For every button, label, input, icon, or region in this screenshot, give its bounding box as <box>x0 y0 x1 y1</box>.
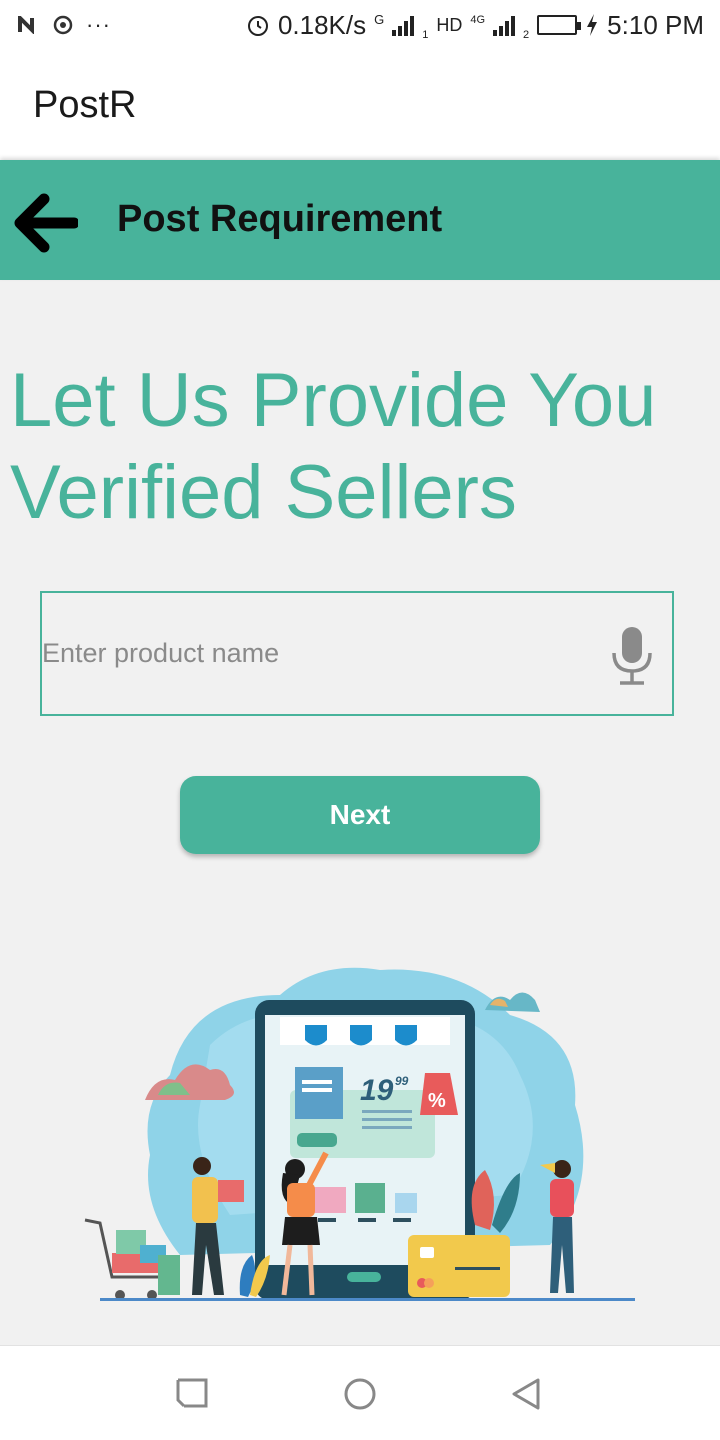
sim2-index: 2 <box>523 28 530 41</box>
app-bar: PostR <box>0 50 720 160</box>
more-icon: ··· <box>86 12 111 37</box>
price-main: 19 <box>360 1074 394 1107</box>
signal-2-icon <box>493 14 516 36</box>
sim1-label: G <box>374 11 385 27</box>
sim1-index: 1 <box>422 28 429 41</box>
hotspot-icon <box>53 15 73 35</box>
system-nav-bar <box>0 1345 720 1440</box>
sim2-label: 4G <box>470 13 486 26</box>
headline: Let Us Provide You Verified Sellers <box>10 358 657 535</box>
app-title: PostR <box>33 83 137 126</box>
shopping-illustration: 19 99 % <box>84 967 635 1301</box>
signal-1-icon <box>392 14 415 36</box>
arrow-left-icon[interactable] <box>14 193 78 253</box>
page-title: Post Requirement <box>117 198 443 240</box>
status-bar: ··· 0.18K/s G 1 HD 4G 2 5:10 PM <box>0 0 720 50</box>
clock: 5:10 PM <box>607 9 704 40</box>
product-name-input[interactable] <box>42 593 602 714</box>
tag-symbol: % <box>428 1090 446 1112</box>
alarm-icon <box>247 16 268 36</box>
battery-icon <box>537 15 582 35</box>
next-button[interactable]: Next <box>180 776 540 854</box>
recent-apps-icon[interactable] <box>172 1374 212 1414</box>
back-icon[interactable] <box>508 1374 548 1414</box>
net-speed: 0.18K/s <box>277 9 367 40</box>
home-icon[interactable] <box>340 1374 380 1414</box>
status-left: ··· <box>18 12 111 38</box>
product-name-field[interactable] <box>40 591 674 716</box>
page-header: Post Requirement <box>0 160 720 280</box>
hd-label: HD <box>436 14 463 35</box>
microphone-icon[interactable] <box>610 625 654 687</box>
price-cents: 99 <box>395 1074 409 1088</box>
status-right: 0.18K/s G 1 HD 4G 2 5:10 PM <box>246 10 704 41</box>
n-icon <box>18 16 34 34</box>
charging-icon <box>587 14 598 36</box>
